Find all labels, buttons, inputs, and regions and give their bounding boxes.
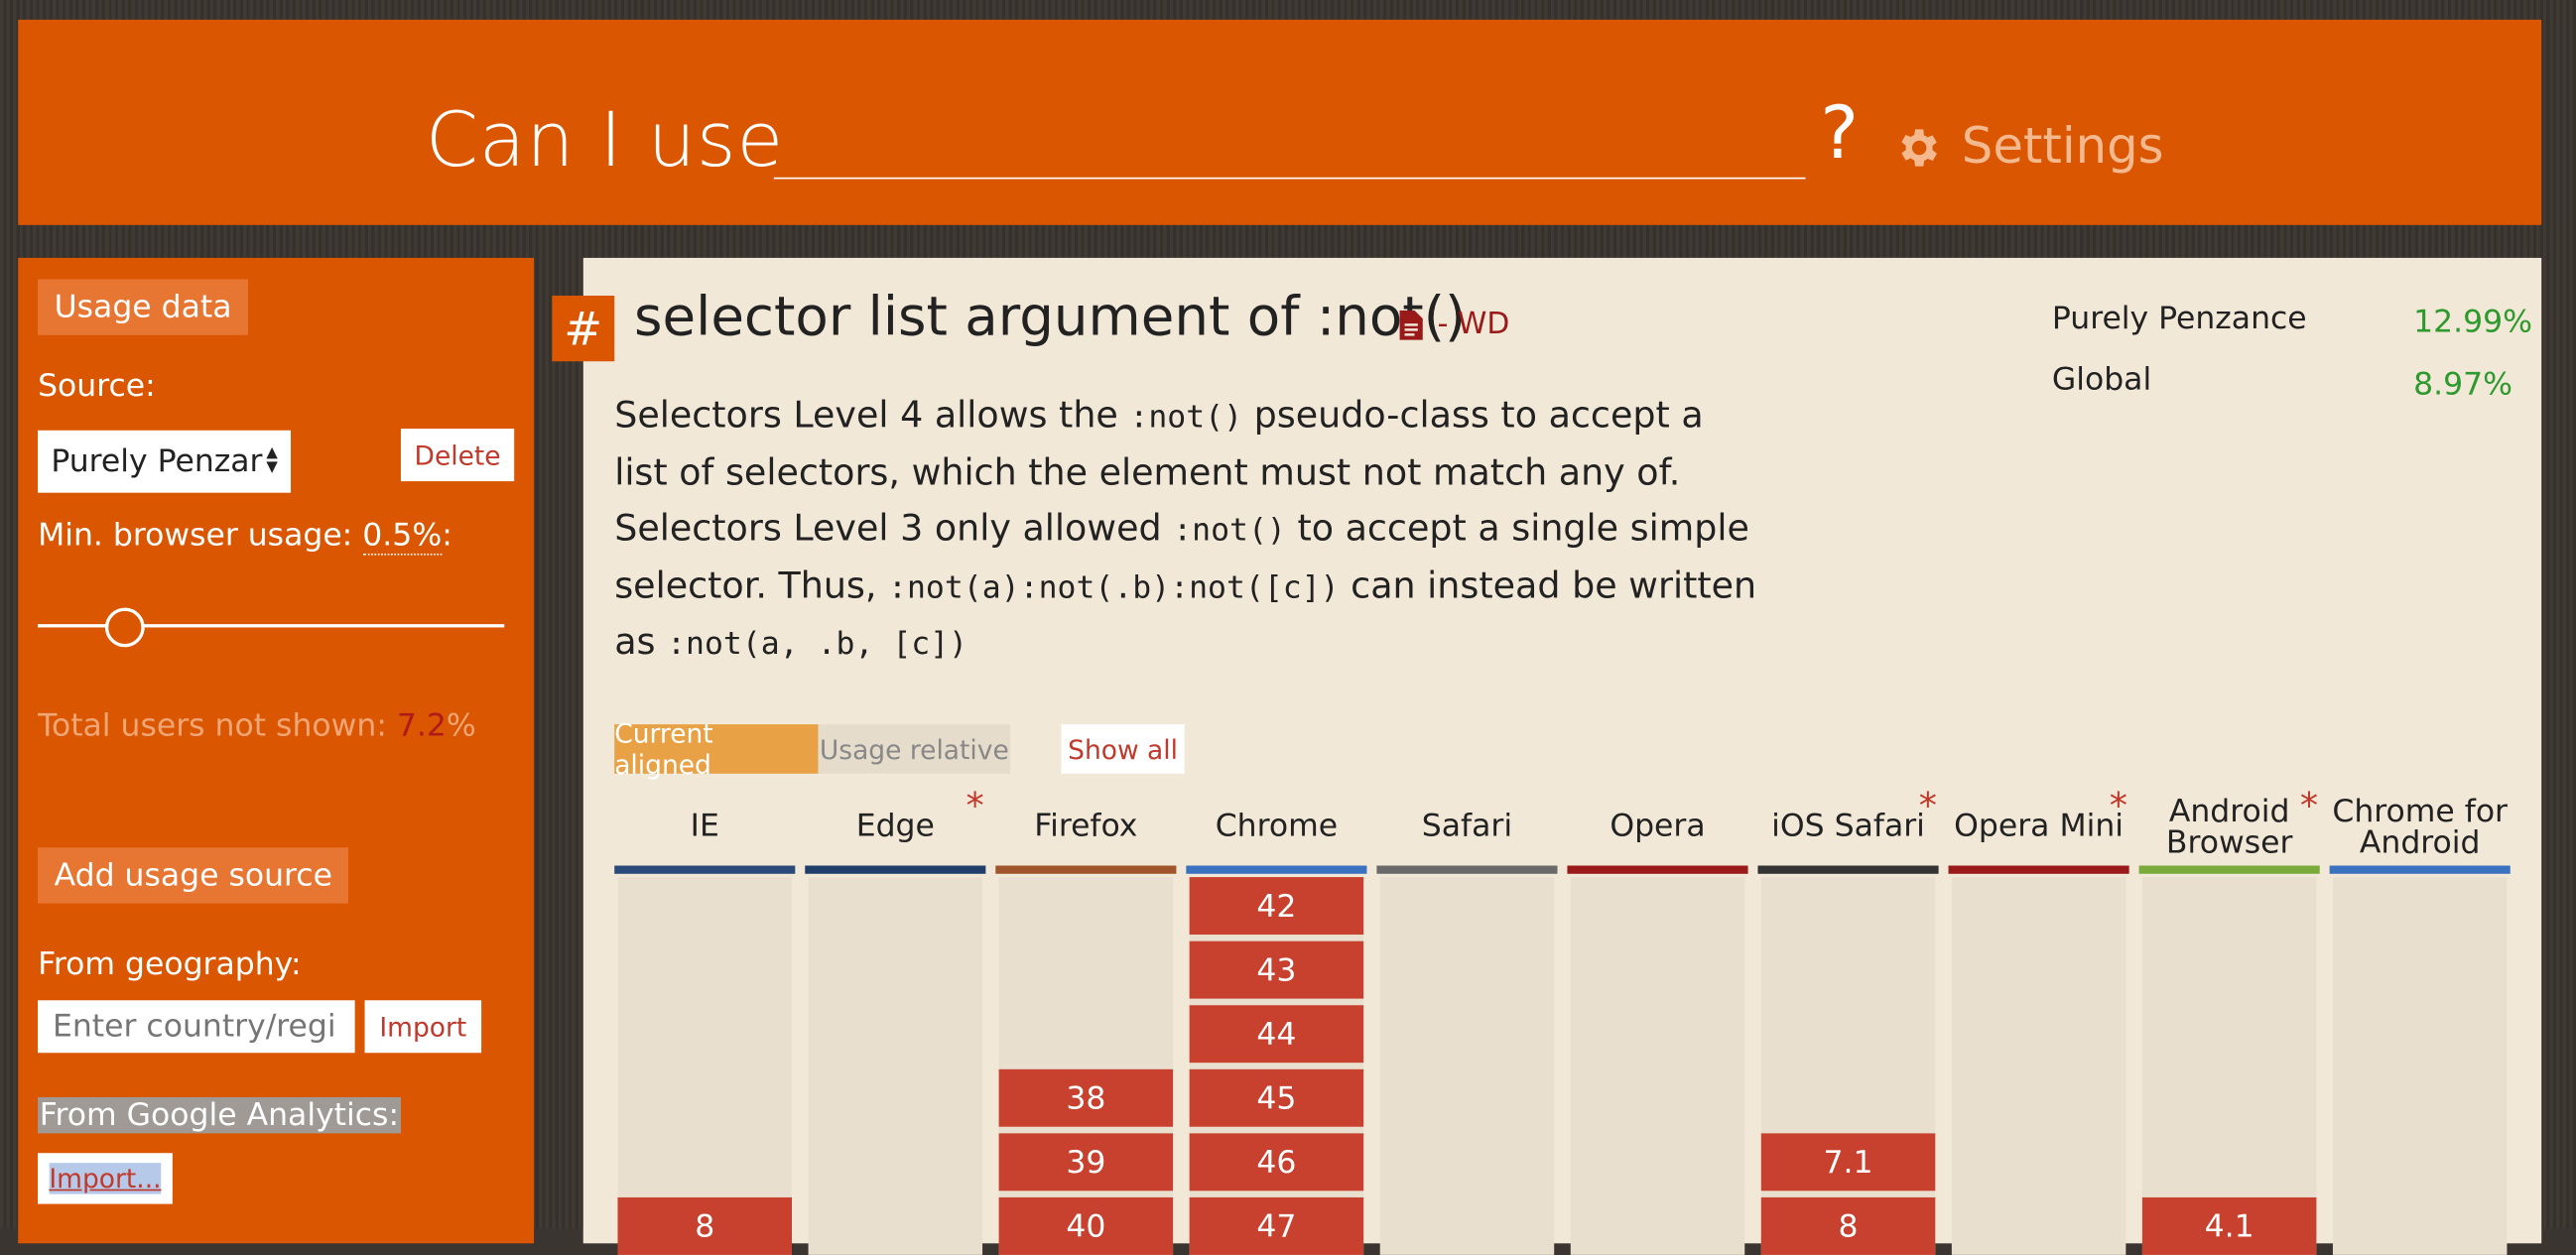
usage-stat-value: 12.99% [2413, 304, 2532, 339]
version-cell[interactable]: 8 [617, 1196, 792, 1255]
version-cell[interactable]: 44 [1189, 1005, 1364, 1064]
browser-column [1570, 877, 1745, 1255]
from-geography-label: From geography: [38, 945, 302, 983]
feature-panel: # selector list argument of :not() - WD … [552, 257, 2542, 1255]
usage-stat-value: 8.97% [2413, 366, 2512, 402]
description-code: :not() [1173, 512, 1286, 549]
version-cell[interactable]: 47 [1189, 1196, 1364, 1255]
total-not-shown-value: 7.2 [396, 707, 447, 744]
browser-color-bar [995, 865, 1177, 874]
version-cell[interactable]: 8 [1760, 1196, 1936, 1255]
browser-header[interactable]: Safari [1376, 811, 1557, 842]
version-cell[interactable]: 39 [998, 1133, 1174, 1192]
from-google-analytics-label: From Google Analytics: [38, 1096, 401, 1134]
min-usage-prefix: Min. browser usage: [38, 517, 363, 554]
source-selected-value: Purely Penzar [51, 443, 263, 480]
usage-relative-tab[interactable]: Usage relative [818, 724, 1011, 774]
site-logo[interactable]: Can I use [426, 95, 784, 184]
browser-column [1379, 877, 1555, 1255]
browser-column [2332, 877, 2508, 1255]
total-not-shown: Total users not shown: 7.2% [38, 708, 476, 744]
usage-data-heading: Usage data [38, 279, 249, 335]
browser-header[interactable]: Chrome [1186, 811, 1366, 842]
browser-note-asterisk[interactable]: * [966, 787, 983, 827]
source-select[interactable]: Purely Penzar ▲ ▼ [38, 430, 292, 493]
usage-stat-label: Global [2051, 361, 2152, 398]
min-usage-label: Min. browser usage: 0.5%: [38, 517, 452, 556]
browser-note-asterisk[interactable]: * [2110, 787, 2127, 827]
search-question-mark: ? [1820, 91, 1860, 177]
current-aligned-tab[interactable]: Current aligned [614, 717, 819, 780]
min-usage-slider-handle[interactable] [104, 607, 145, 648]
description-code: :not(a, .b, [c]) [667, 625, 968, 663]
browser-header[interactable]: Edge [805, 811, 985, 842]
source-label: Source: [38, 367, 156, 405]
import-google-analytics-button[interactable]: Import... [38, 1153, 173, 1204]
version-cell[interactable]: 46 [1189, 1133, 1364, 1192]
description-code: :not() [1129, 399, 1243, 436]
browser-header[interactable]: Android Browser [2139, 793, 2320, 861]
usage-stat-number: 12.99% [2413, 304, 2533, 340]
settings-button[interactable]: Settings [1892, 118, 2164, 177]
version-cell[interactable]: 43 [1189, 941, 1364, 999]
feature-anchor-link[interactable]: # [552, 296, 615, 362]
search-input[interactable] [773, 111, 1806, 180]
browser-name-line: Chrome for [2332, 793, 2509, 830]
total-not-shown-suffix: % [446, 707, 476, 744]
browser-color-bar [2138, 865, 2320, 874]
browser-note-asterisk[interactable]: * [1919, 787, 1937, 827]
spec-status-label: - WD [1437, 307, 1510, 342]
browser-color-bar [805, 865, 986, 874]
show-all-button[interactable]: Show all [1061, 724, 1185, 774]
browser-column [808, 877, 983, 1255]
version-cell[interactable]: 7.1 [1760, 1133, 1936, 1192]
min-usage-suffix: : [442, 517, 452, 554]
browser-color-bar [1567, 865, 1748, 874]
version-cell[interactable]: 38 [998, 1068, 1174, 1127]
browser-color-bar [1757, 865, 1939, 874]
gear-icon [1901, 128, 1937, 166]
import-ga-label: Import... [49, 1163, 162, 1194]
browser-header[interactable]: Opera Mini [1949, 811, 2129, 842]
settings-label: Settings [1961, 118, 2164, 177]
version-cell[interactable]: 42 [1189, 877, 1364, 936]
browser-header[interactable]: iOS Safari [1757, 811, 1938, 842]
browser-column [1951, 877, 2126, 1255]
browser-color-bar [1186, 865, 1367, 874]
site-header: Can I use ? Settings [18, 19, 2542, 225]
browser-note-asterisk[interactable]: * [2300, 787, 2318, 827]
geography-input[interactable] [38, 1000, 355, 1054]
import-geography-button[interactable]: Import [364, 1000, 482, 1054]
browser-color-bar [1948, 865, 2129, 874]
browser-name-line: Android [2168, 793, 2290, 830]
browser-color-bar [2329, 865, 2511, 874]
browser-header[interactable]: IE [614, 811, 795, 842]
min-usage-value[interactable]: 0.5% [362, 517, 443, 556]
spec-status-link[interactable]: - WD [1398, 307, 1510, 342]
usage-sidebar: Usage data Source: Purely Penzar ▲ ▼ Dele… [18, 257, 535, 1244]
feature-description: Selectors Level 4 allows the :not() pseu… [614, 389, 1764, 673]
usage-stat-number: 8.97% [2413, 366, 2513, 403]
version-cell[interactable]: 4.1 [2141, 1196, 2317, 1255]
usage-stat-label: Purely Penzance [2051, 300, 2307, 337]
browser-name-line: Android [2359, 824, 2481, 861]
feature-title: selector list argument of :not() [634, 284, 1467, 348]
description-code: :not(a):not(.b):not([c]) [888, 568, 1340, 606]
browser-color-bar [614, 865, 796, 874]
version-cell[interactable]: 45 [1189, 1068, 1364, 1127]
browser-header[interactable]: Chrome for Android [2330, 793, 2511, 861]
browser-header[interactable]: Firefox [995, 811, 1176, 842]
delete-button[interactable]: Delete [400, 429, 515, 482]
total-not-shown-prefix: Total users not shown: [38, 707, 397, 744]
add-usage-source-heading: Add usage source [38, 847, 349, 904]
select-arrows-icon: ▲ ▼ [266, 444, 278, 477]
browser-name-line: Browser [2165, 824, 2293, 861]
browser-color-bar [1376, 865, 1558, 874]
document-icon [1399, 310, 1423, 339]
description-text: Selectors Level 4 allows the [614, 395, 1130, 438]
version-cell[interactable]: 40 [998, 1196, 1174, 1255]
browser-header[interactable]: Opera [1567, 811, 1747, 842]
